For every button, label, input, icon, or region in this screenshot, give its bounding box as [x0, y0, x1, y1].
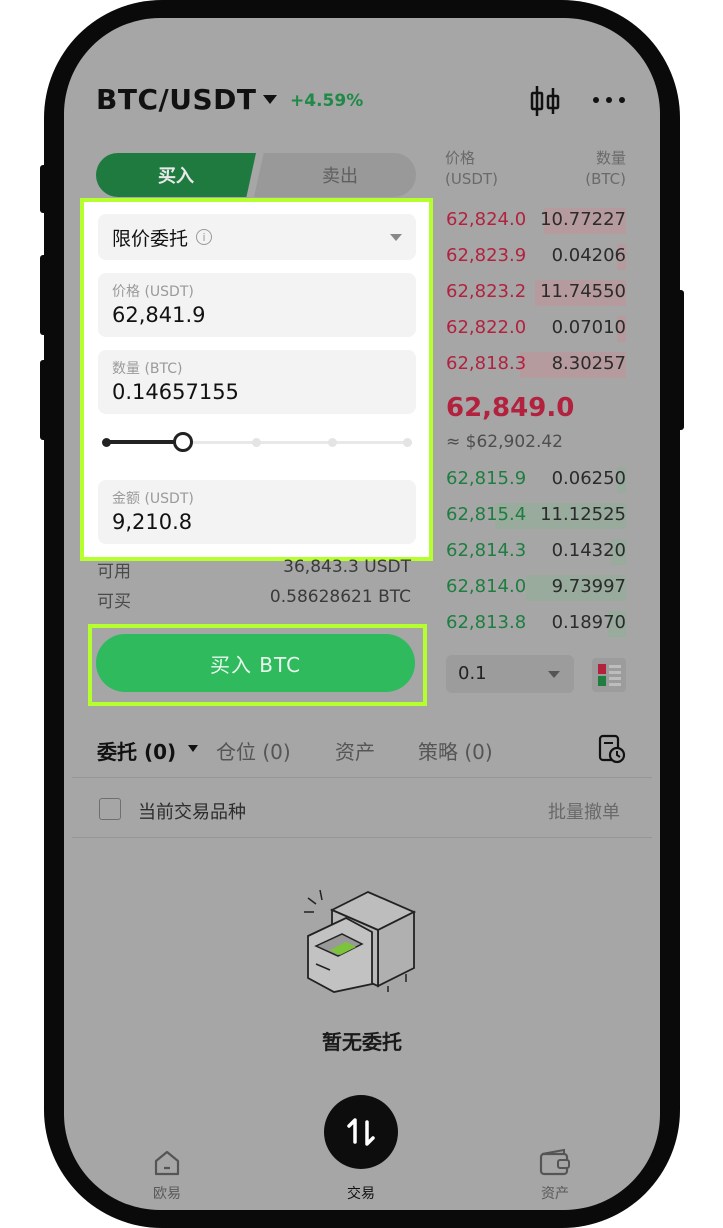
bid-price: 62,814.3	[446, 540, 527, 561]
qty-header-line1: 数量	[595, 149, 626, 167]
ask-quantity: 11.74550	[540, 281, 626, 302]
slider-tick[interactable]	[328, 438, 337, 447]
bid-row[interactable]: 62,814.0 9.73997	[444, 575, 626, 601]
tab-orders[interactable]: 委托 (0)	[97, 736, 176, 765]
slider-tick[interactable]	[252, 438, 261, 447]
current-pair-label: 当前交易品种	[138, 802, 246, 823]
amount-field-label: 金额 (USDT)	[112, 491, 194, 507]
ask-quantity: 0.04206	[551, 245, 626, 266]
buyable-value: 0.58628621 BTC	[269, 587, 411, 607]
nav-home-label[interactable]: 欧易	[127, 1183, 207, 1203]
fiat-price: ≈ $62,902.42	[446, 432, 563, 452]
bid-row[interactable]: 62,813.8 0.18970	[444, 611, 626, 637]
available-label: 可用	[97, 562, 131, 582]
amount-slider[interactable]	[98, 430, 416, 454]
chevron-down-icon	[548, 671, 560, 678]
price-input[interactable]: 62,841.9	[112, 303, 206, 327]
amount-field[interactable]: 金额 (USDT) 9,210.8	[98, 480, 416, 544]
chevron-down-icon[interactable]	[188, 745, 198, 752]
more-options-icon[interactable]	[592, 90, 626, 110]
price-header-line1: 价格	[445, 149, 476, 167]
home-icon[interactable]	[152, 1148, 182, 1178]
bid-row[interactable]: 62,814.3 0.14320	[444, 539, 626, 565]
buy-btc-button[interactable]: 买入 BTC	[96, 634, 415, 692]
price-field[interactable]: 价格 (USDT) 62,841.9	[98, 273, 416, 337]
order-type-select[interactable]: 限价委托 i	[98, 214, 416, 260]
tab-strategy[interactable]: 策略 (0)	[418, 736, 493, 765]
bid-quantity: 11.12525	[540, 504, 626, 525]
tab-sell[interactable]: 卖出	[254, 153, 416, 197]
buy-button-highlight: 买入 BTC	[88, 624, 427, 706]
orderbook-price-header: 价格 (USDT)	[445, 148, 498, 190]
order-type-label: 限价委托	[112, 227, 189, 250]
nav-trade-label[interactable]: 交易	[321, 1183, 401, 1203]
ask-quantity: 10.77227	[540, 209, 626, 230]
ask-price: 62,822.0	[446, 317, 527, 338]
buyable-label: 可买	[97, 592, 131, 612]
current-pair-checkbox[interactable]	[99, 798, 121, 820]
tab-assets[interactable]: 资产	[335, 736, 375, 765]
divider	[72, 777, 652, 778]
orderbook-layout-icon[interactable]	[592, 658, 626, 692]
last-price: 62,849.0	[446, 393, 575, 423]
bid-price: 62,813.8	[446, 612, 527, 633]
amount-input[interactable]: 9,210.8	[112, 510, 192, 534]
bid-quantity: 0.06250	[551, 468, 626, 489]
ask-row[interactable]: 62,818.3 8.30257	[444, 352, 626, 378]
slider-tick[interactable]	[403, 438, 412, 447]
divider	[72, 837, 652, 838]
candlestick-chart-icon[interactable]	[530, 84, 560, 118]
bid-quantity: 0.14320	[551, 540, 626, 561]
bid-quantity: 0.18970	[551, 612, 626, 633]
ask-row[interactable]: 62,823.2 11.74550	[444, 280, 626, 306]
bid-row[interactable]: 62,815.9 0.06250	[444, 467, 626, 493]
slider-handle[interactable]	[172, 432, 193, 452]
price-change-badge: +4.59%	[290, 91, 364, 111]
info-icon[interactable]: i	[196, 229, 213, 245]
bid-row[interactable]: 62,815.4 11.12525	[444, 503, 626, 529]
ask-price: 62,823.2	[446, 281, 527, 302]
qty-header-line2: (BTC)	[585, 170, 626, 188]
bid-price: 62,815.9	[446, 468, 527, 489]
ask-quantity: 8.30257	[551, 353, 626, 374]
trading-pair-title[interactable]: BTC/USDT	[96, 83, 256, 116]
empty-state-text: 暂无委托	[322, 1030, 402, 1054]
ask-price: 62,823.9	[446, 245, 527, 266]
depth-step-select[interactable]: 0.1	[446, 655, 574, 693]
bid-quantity: 9.73997	[551, 576, 626, 597]
screen: BTC/USDT +4.59% 买入 卖出 限价委托 i 价格 (USDT) 6…	[64, 18, 660, 1210]
ask-row[interactable]: 62,823.9 0.04206	[444, 244, 626, 270]
bid-price: 62,815.4	[446, 504, 527, 525]
ask-row[interactable]: 62,824.0 10.77227	[444, 208, 626, 234]
order-history-icon[interactable]	[598, 734, 626, 764]
empty-drawer-illustration	[304, 889, 417, 993]
price-header-line2: (USDT)	[445, 170, 498, 188]
orderbook-qty-header: 数量 (BTC)	[564, 148, 626, 190]
price-field-label: 价格 (USDT)	[112, 284, 194, 300]
slider-tick[interactable]	[102, 438, 111, 447]
ask-price: 62,824.0	[446, 209, 527, 230]
chevron-down-icon	[390, 234, 402, 241]
ask-quantity: 0.07010	[551, 317, 626, 338]
cancel-all-button[interactable]: 批量撤单	[548, 798, 620, 824]
wallet-icon[interactable]	[538, 1146, 572, 1178]
pair-dropdown-icon[interactable]	[263, 95, 277, 104]
nav-assets-label[interactable]: 资产	[515, 1183, 595, 1203]
ask-price: 62,818.3	[446, 353, 527, 374]
trade-fab[interactable]	[324, 1095, 398, 1169]
ask-row[interactable]: 62,822.0 0.07010	[444, 316, 626, 342]
tab-buy[interactable]: 买入	[96, 153, 256, 197]
tab-positions[interactable]: 仓位 (0)	[216, 736, 291, 765]
quantity-field-label: 数量 (BTC)	[112, 361, 183, 377]
swap-arrows-icon	[347, 1118, 375, 1146]
order-form: 限价委托 i 价格 (USDT) 62,841.9 数量 (BTC) 0.146…	[80, 198, 433, 561]
depth-step-value: 0.1	[458, 663, 487, 684]
quantity-field[interactable]: 数量 (BTC) 0.14657155	[98, 350, 416, 414]
quantity-input[interactable]: 0.14657155	[112, 380, 239, 404]
available-value: 36,843.3 USDT	[283, 557, 411, 577]
slider-fill	[106, 440, 183, 444]
bid-price: 62,814.0	[446, 576, 527, 597]
